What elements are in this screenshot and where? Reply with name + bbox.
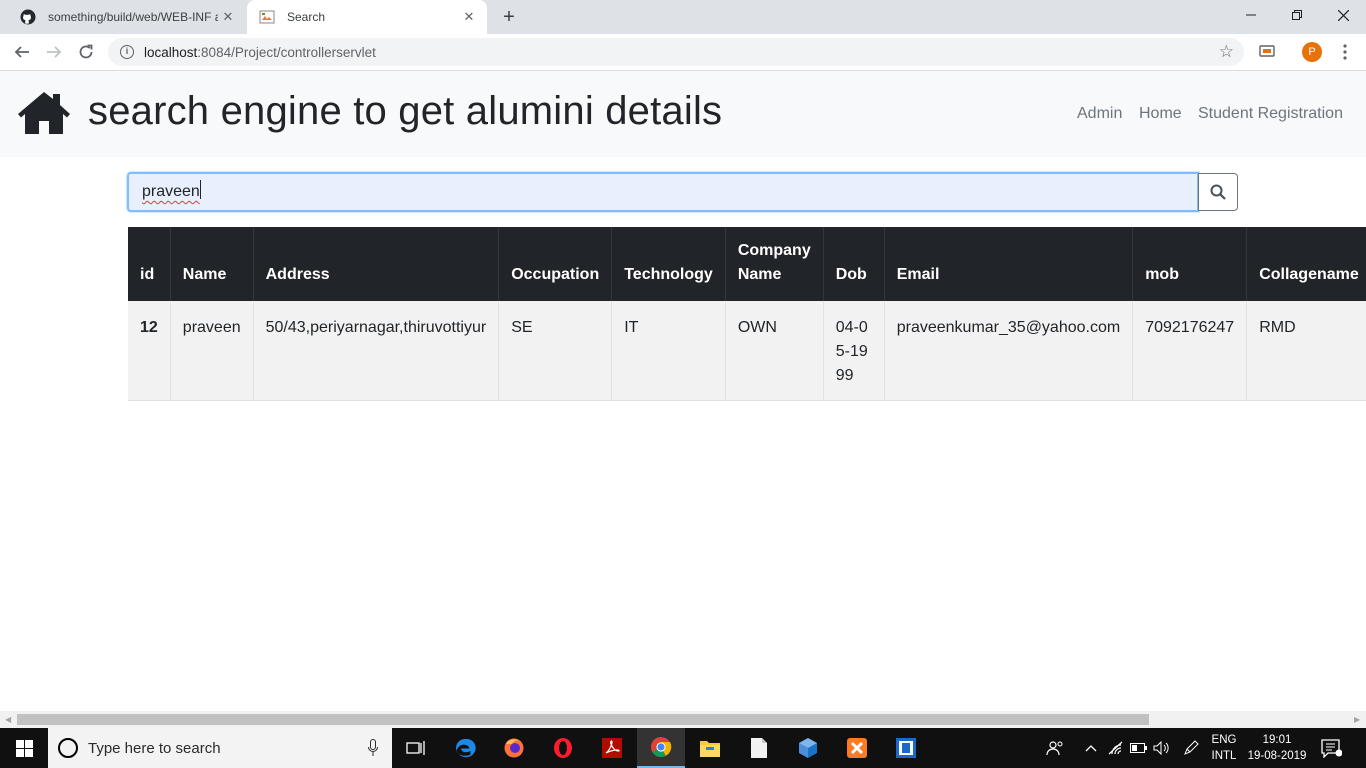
battery-icon[interactable] [1130, 739, 1148, 757]
tab-title: Search [287, 10, 326, 24]
cell-company: OWN [725, 301, 824, 401]
reload-button[interactable] [72, 38, 100, 66]
restore-button[interactable] [1274, 0, 1320, 30]
scrollbar-thumb[interactable] [17, 714, 1149, 725]
column-header-occupation: Occupation [498, 227, 613, 301]
firefox-icon[interactable] [490, 728, 538, 768]
cell-dob-text: 04-05-1999 [835, 319, 868, 384]
cell-college: RMD [1246, 301, 1366, 401]
column-header-email: Email [884, 227, 1134, 301]
info-icon[interactable]: i [120, 45, 134, 59]
browser-toolbar: i localhost:8084/Project/controllerservl… [0, 34, 1366, 71]
start-button[interactable] [0, 728, 48, 768]
url-text[interactable]: localhost:8084/Project/controllerservlet [144, 45, 376, 60]
taskbar-search-box[interactable]: Type here to search [48, 728, 392, 768]
file-explorer-icon[interactable] [686, 728, 734, 768]
edge-icon[interactable] [441, 728, 489, 768]
clock[interactable]: 19:01 19-08-2019 [1244, 732, 1310, 764]
forward-button[interactable] [40, 38, 68, 66]
table-header: id Name Address Occupation Technology Co… [128, 227, 1366, 301]
cell-dob: 04-05-1999 [823, 301, 885, 401]
tab-github[interactable]: something/build/web/WEB-INF at ✕ [8, 0, 246, 34]
notepad-icon[interactable] [735, 728, 783, 768]
action-center-icon[interactable] [1320, 738, 1346, 760]
table-row: 12 praveen 50/43,periyarnagar,thiruvotti… [128, 301, 1366, 401]
github-icon [20, 9, 36, 25]
column-header-id: id [128, 227, 171, 301]
cell-mob: 7092176247 [1132, 301, 1248, 401]
menu-kebab-icon[interactable] [1333, 40, 1357, 64]
column-header-technology: Technology [611, 227, 726, 301]
search-button[interactable] [1198, 173, 1238, 211]
tab-strip: something/build/web/WEB-INF at ✕ Search … [0, 0, 1366, 34]
url-host: localhost [144, 44, 198, 60]
column-header-dob: Dob [823, 227, 885, 301]
acrobat-icon[interactable] [588, 728, 636, 768]
table-header-row: id Name Address Occupation Technology Co… [128, 227, 1366, 301]
people-icon[interactable] [1046, 739, 1064, 757]
column-header-company-name: Company Name [725, 227, 824, 301]
pen-icon[interactable] [1182, 739, 1200, 757]
wifi-icon[interactable] [1107, 739, 1125, 757]
profile-avatar[interactable]: P [1300, 40, 1324, 64]
cell-occupation: SE [498, 301, 613, 401]
results-table: id Name Address Occupation Technology Co… [128, 227, 1366, 401]
clock-date: 19-08-2019 [1247, 750, 1307, 762]
close-window-button[interactable] [1320, 0, 1366, 30]
nav-link-student-registration[interactable]: Student Registration [1198, 105, 1343, 123]
profile-initial: P [1302, 42, 1322, 62]
nav-link-home[interactable]: Home [1139, 105, 1182, 123]
close-icon[interactable]: ✕ [459, 7, 479, 27]
address-bar[interactable]: i localhost:8084/Project/controllerservl… [108, 38, 1244, 66]
scroll-left-icon[interactable]: ◀ [5, 715, 11, 724]
xampp-icon[interactable] [833, 728, 881, 768]
new-tab-button[interactable]: + [498, 6, 520, 28]
chrome-icon[interactable] [637, 728, 685, 768]
taskbar-search-placeholder: Type here to search [88, 739, 221, 757]
search-input-value: praveen [142, 183, 200, 200]
url-path: :8084/Project/controllerservlet [197, 44, 376, 60]
column-header-address: Address [253, 227, 500, 301]
text-caret [199, 180, 201, 199]
cortana-icon [58, 738, 78, 758]
back-button[interactable] [8, 38, 36, 66]
horizontal-scrollbar[interactable]: ◀ ▶ [0, 711, 1366, 728]
cast-icon[interactable] [1255, 40, 1279, 64]
tab-search[interactable]: Search ✕ [247, 0, 487, 34]
opera-icon[interactable] [539, 728, 587, 768]
home-icon[interactable] [16, 90, 72, 136]
taskbar: Type here to search ENG INTL 19:01 19-08… [0, 728, 1366, 768]
column-header-name: Name [170, 227, 254, 301]
cell-id: 12 [128, 301, 171, 401]
windows-logo-icon [15, 739, 33, 757]
search-input[interactable]: praveen [127, 172, 1199, 212]
language-code: ENG [1211, 734, 1237, 746]
column-header-mob: mob [1132, 227, 1248, 301]
site-navbar: search engine to get alumini details Adm… [0, 71, 1366, 157]
tab-title: something/build/web/WEB-INF at [48, 10, 218, 24]
clock-time: 19:01 [1262, 734, 1292, 746]
cell-email: praveenkumar_35@yahoo.com [884, 301, 1134, 401]
cell-technology: IT [611, 301, 726, 401]
volume-icon[interactable] [1153, 739, 1171, 757]
chevron-up-icon[interactable] [1082, 739, 1100, 757]
page-title: search engine to get alumini details [88, 89, 723, 133]
page-favicon-icon [259, 9, 275, 25]
bookmark-star-icon[interactable]: ☆ [1219, 42, 1234, 62]
microphone-icon[interactable] [368, 739, 378, 757]
minimize-button[interactable] [1228, 0, 1274, 30]
input-language[interactable]: ENG INTL [1208, 732, 1240, 764]
keyboard-layout: INTL [1211, 750, 1237, 762]
scroll-right-icon[interactable]: ▶ [1354, 715, 1360, 724]
cell-name: praveen [170, 301, 254, 401]
search-icon [1210, 184, 1226, 200]
cell-address: 50/43,periyarnagar,thiruvottiyur [253, 301, 500, 401]
netbeans-icon[interactable] [882, 728, 930, 768]
column-header-collagename: Collagename [1246, 227, 1366, 301]
nav-link-admin[interactable]: Admin [1077, 105, 1122, 123]
task-view-icon[interactable] [392, 728, 440, 768]
virtualbox-icon[interactable] [784, 728, 832, 768]
close-icon[interactable]: ✕ [218, 7, 238, 27]
